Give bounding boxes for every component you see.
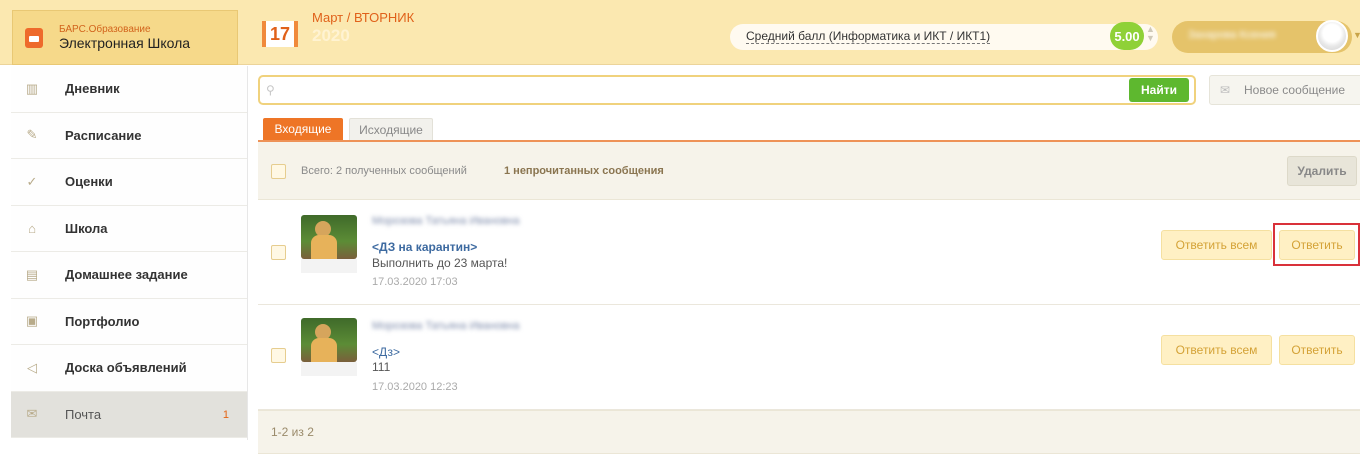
- reply-all-button[interactable]: Ответить всем: [1161, 335, 1272, 365]
- building-icon: ⌂: [28, 220, 36, 236]
- check-icon: ✓: [26, 173, 38, 189]
- sidebar-item-label: Домашнее задание: [65, 267, 188, 283]
- search-icon: ⚲: [266, 83, 275, 97]
- reply-all-button[interactable]: Ответить всем: [1161, 230, 1272, 260]
- sender-photo-frame: [301, 362, 357, 376]
- sidebar-item-grades[interactable]: ✓ Оценки: [11, 159, 247, 206]
- average-grade-selector[interactable]: Средний балл (Информатика и ИКТ / ИКТ1): [730, 24, 1158, 50]
- sender-photo: [301, 318, 357, 362]
- sender-photo-frame: [301, 259, 357, 273]
- search-input[interactable]: [282, 81, 1122, 99]
- sidebar-item-label: Расписание: [65, 127, 142, 143]
- sidebar-item-label: Портфолио: [65, 313, 140, 329]
- chevron-down-icon[interactable]: ▼: [1353, 30, 1360, 40]
- message-checkbox[interactable]: [271, 245, 286, 260]
- avatar[interactable]: [1316, 20, 1348, 52]
- board-icon: ▤: [25, 266, 39, 282]
- sidebar-item-label: Дневник: [65, 81, 120, 97]
- pin-icon: ✎: [26, 127, 38, 143]
- select-all-checkbox[interactable]: [271, 164, 286, 179]
- sidebar-item-announcements[interactable]: ◁ Доска объявлений: [11, 345, 247, 392]
- briefcase-icon: [25, 27, 43, 48]
- sidebar-item-label: Школа: [65, 220, 108, 236]
- average-grade-score: 5.00: [1110, 22, 1144, 50]
- sidebar-item-schedule[interactable]: ✎ Расписание: [11, 112, 247, 159]
- date-year: 2020: [312, 26, 350, 45]
- sidebar-item-mail[interactable]: ✉ Почта 1: [11, 391, 247, 438]
- sidebar: ▥ Дневник ✎ Расписание ✓ Оценки ⌂ Школа …: [11, 66, 248, 440]
- grade-stepper-icon[interactable]: ▲ ▼: [1146, 25, 1155, 43]
- new-message-button[interactable]: ✉ Новое сообщение: [1209, 75, 1360, 105]
- message-body-preview: Выполнить до 23 марта!: [372, 256, 508, 270]
- mail-icon: ✉: [26, 406, 38, 422]
- sidebar-item-label: Почта: [65, 406, 102, 422]
- new-message-label: Новое сообщение: [1244, 83, 1346, 97]
- message-sender: Морозова Татьяна Ивановна: [372, 320, 520, 332]
- tab-outbox[interactable]: Исходящие: [349, 118, 433, 140]
- sidebar-item-portfolio[interactable]: ▣ Портфолио: [11, 298, 247, 345]
- brand-title: Электронная Школа: [59, 35, 191, 51]
- envelope-icon: ✉: [1220, 83, 1231, 97]
- brand-subtitle: БАРС.Образование: [59, 24, 151, 35]
- delete-button[interactable]: Удалить: [1287, 156, 1357, 186]
- sidebar-item-diary[interactable]: ▥ Дневник: [11, 66, 247, 113]
- sender-photo: [301, 215, 357, 259]
- search-button[interactable]: Найти: [1129, 78, 1189, 102]
- portfolio-icon: ▣: [25, 313, 39, 329]
- sidebar-item-label: Доска объявлений: [65, 360, 187, 376]
- message-subject-link[interactable]: <Дз>: [372, 345, 400, 359]
- reply-button[interactable]: Ответить: [1279, 335, 1355, 365]
- sidebar-item-homework[interactable]: ▤ Домашнее задание: [11, 252, 247, 299]
- message-date: 17.03.2020 12:23: [372, 381, 458, 393]
- megaphone-icon: ◁: [27, 359, 37, 375]
- date-day-badge: 17: [262, 21, 298, 47]
- tab-inbox[interactable]: Входящие: [263, 118, 343, 140]
- message-subject-link[interactable]: <ДЗ на карантин>: [372, 240, 477, 254]
- search-box: ⚲: [258, 75, 1196, 105]
- total-messages-text: Всего: 2 полученных сообщений: [301, 165, 467, 177]
- pagination-bar: 1-2 из 2: [258, 410, 1360, 454]
- unread-count-badge: 1: [222, 408, 229, 421]
- sidebar-item-label: Оценки: [65, 174, 113, 190]
- average-grade-label[interactable]: Средний балл (Информатика и ИКТ / ИКТ1): [746, 30, 991, 44]
- unread-messages-text: 1 непрочитанных сообщения: [504, 165, 664, 177]
- date-month-weekday: Март / ВТОРНИК: [312, 10, 415, 25]
- app-logo[interactable]: БАРС.Образование Электронная Школа: [12, 10, 238, 65]
- book-icon: ▥: [25, 80, 39, 96]
- sidebar-item-school[interactable]: ⌂ Школа: [11, 205, 247, 252]
- message-body-preview: 111: [372, 360, 391, 374]
- pagination-label: 1-2 из 2: [271, 425, 314, 439]
- message-sender: Морозова Татьяна Ивановна: [372, 215, 520, 227]
- message-date: 17.03.2020 17:03: [372, 276, 458, 288]
- reply-highlight-frame: [1273, 223, 1360, 266]
- user-name: Захарова Ксения: [1188, 29, 1276, 41]
- message-checkbox[interactable]: [271, 348, 286, 363]
